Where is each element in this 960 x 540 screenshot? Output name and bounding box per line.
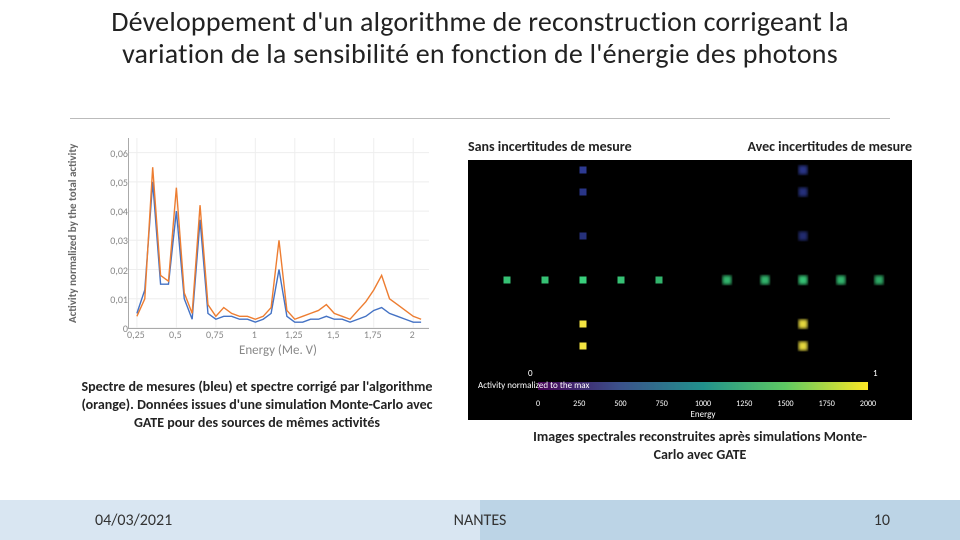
spectrum-chart: Activity normalized by the total activit… bbox=[78, 138, 438, 358]
svg-text:0: 0 bbox=[536, 399, 540, 409]
chart-plot-area bbox=[128, 138, 429, 329]
svg-text:250: 250 bbox=[573, 399, 585, 409]
spectral-comparison-labels: Sans incertitudes de mesure Avec incerti… bbox=[468, 138, 912, 155]
svg-text:Energy: Energy bbox=[691, 409, 717, 420]
svg-text:1: 1 bbox=[873, 368, 878, 379]
svg-text:Activity normalized to the max: Activity normalized to the max bbox=[478, 380, 589, 391]
svg-text:1250: 1250 bbox=[736, 399, 752, 409]
spectral-image-caption: Images spectrales reconstruites après si… bbox=[520, 428, 880, 464]
chart-x-ticks: 0,250,50,7511,251,51,752 bbox=[128, 328, 428, 340]
label-avec: Avec incertitudes de mesure bbox=[747, 138, 912, 155]
spectrum-caption: Spectre de mesures (bleu) et spectre cor… bbox=[72, 378, 442, 432]
slide-title: Développement d'un algorithme de reconst… bbox=[80, 6, 880, 70]
svg-text:0: 0 bbox=[528, 368, 533, 379]
footer-location: NANTES bbox=[0, 511, 960, 530]
title-separator bbox=[70, 118, 890, 119]
svg-text:500: 500 bbox=[614, 399, 626, 409]
svg-text:2000: 2000 bbox=[860, 399, 876, 409]
chart-y-axis-label: Activity normalized by the total activit… bbox=[66, 138, 86, 328]
label-sans: Sans incertitudes de mesure bbox=[468, 138, 632, 155]
svg-text:1500: 1500 bbox=[777, 399, 793, 409]
svg-text:1750: 1750 bbox=[819, 399, 835, 409]
chart-x-axis-label: Energy (Me. V) bbox=[128, 343, 428, 358]
svg-text:750: 750 bbox=[656, 399, 668, 409]
svg-text:1000: 1000 bbox=[695, 399, 711, 409]
spectral-image-panel: Activity normalized to the max 1 0 0 250 500 7… bbox=[468, 160, 912, 420]
footer-page-number: 10 bbox=[874, 511, 890, 530]
